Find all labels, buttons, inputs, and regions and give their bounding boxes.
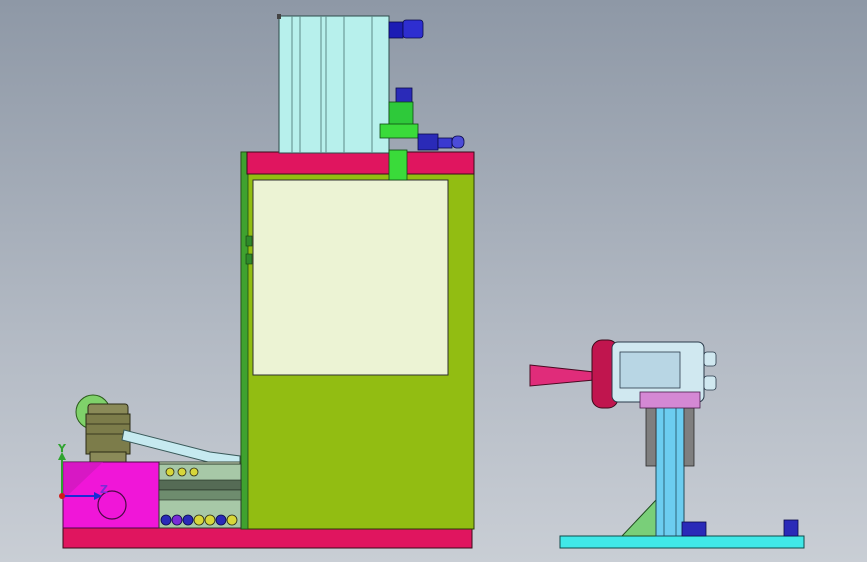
fixture-stop-block bbox=[783, 519, 799, 537]
cad-viewport[interactable]: Y Z bbox=[0, 0, 867, 562]
rivet-fixture[interactable] bbox=[529, 339, 805, 549]
cylinder-top-fitting[interactable] bbox=[388, 19, 424, 39]
cabinet-top-band[interactable] bbox=[246, 151, 475, 175]
pressure-gauge[interactable] bbox=[75, 394, 131, 465]
cabinet-side-strip bbox=[240, 151, 249, 530]
cabinet-hinge bbox=[245, 235, 253, 247]
cabinet[interactable] bbox=[240, 151, 475, 530]
cabinet-window[interactable] bbox=[252, 179, 449, 376]
triad-y-label: Y bbox=[57, 442, 67, 455]
pneumatic-cylinder[interactable] bbox=[277, 14, 390, 154]
cabinet-hinge bbox=[245, 253, 253, 265]
roller-chain[interactable] bbox=[158, 463, 242, 529]
fixture-base-plate[interactable] bbox=[559, 535, 805, 549]
rivet-head[interactable] bbox=[529, 339, 717, 409]
fixture-slide bbox=[683, 407, 695, 467]
machine-base-plate[interactable] bbox=[62, 527, 473, 549]
fixture-slide bbox=[645, 407, 657, 467]
triad-z-label: Z bbox=[100, 483, 108, 496]
main-machine[interactable] bbox=[62, 14, 475, 549]
assembly-side-view[interactable]: Y Z bbox=[0, 0, 867, 562]
fixture-stop-block bbox=[681, 521, 707, 537]
fixture-gusset bbox=[620, 498, 657, 537]
